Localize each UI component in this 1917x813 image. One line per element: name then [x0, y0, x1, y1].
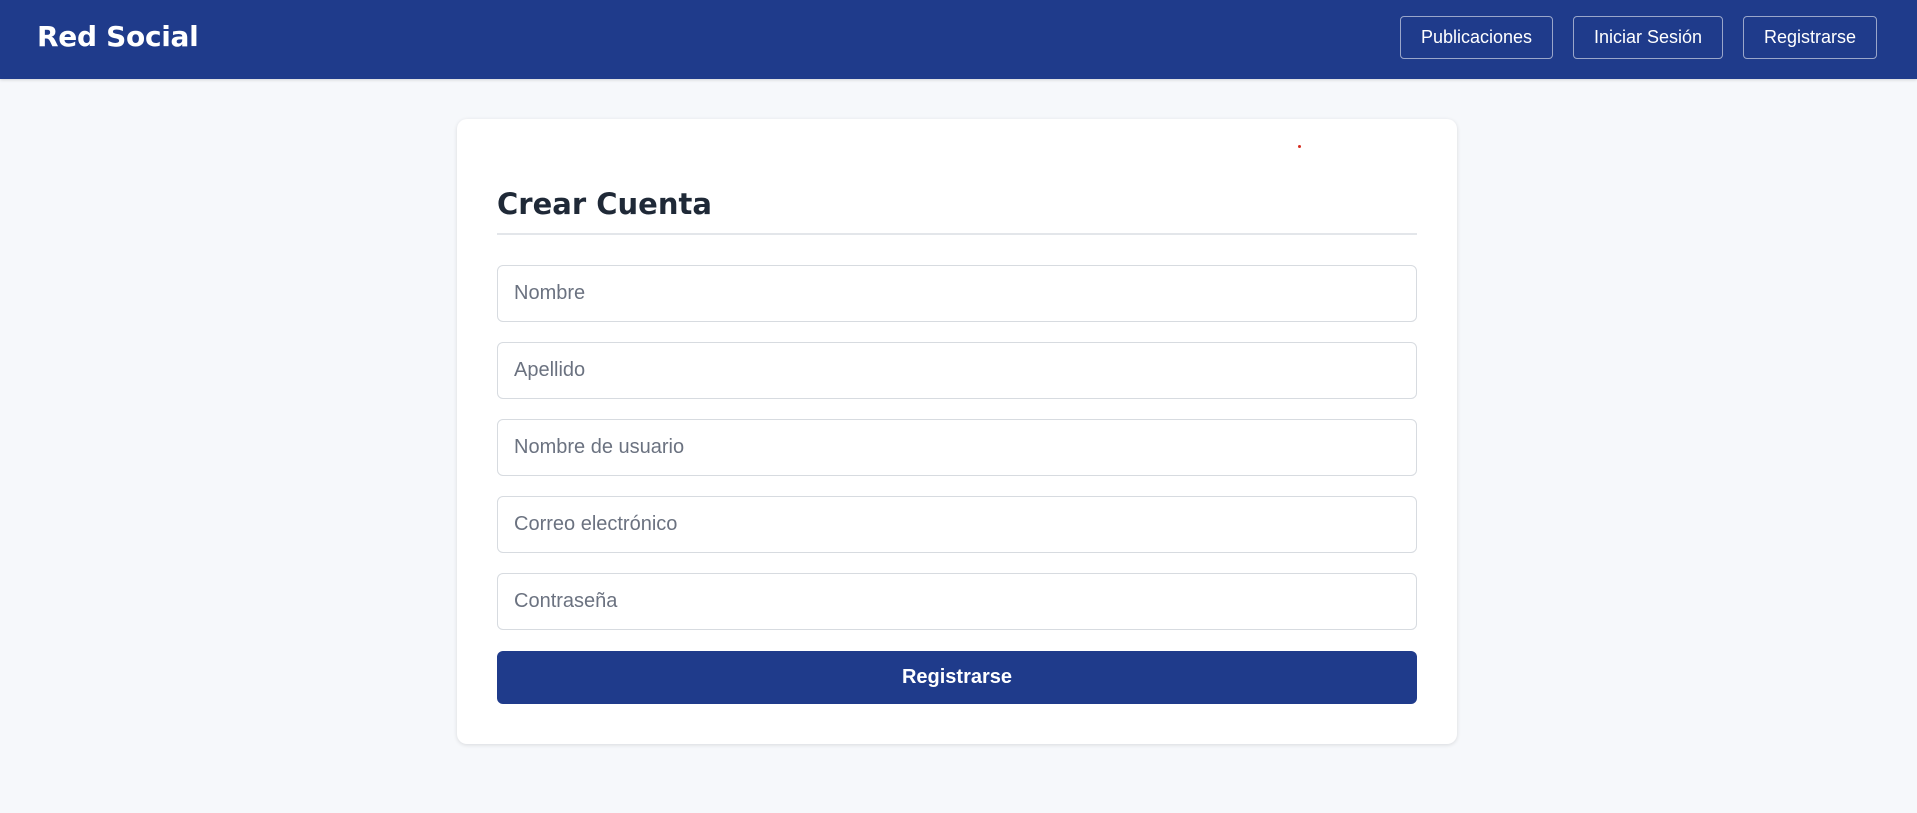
nav-publicaciones-button[interactable]: Publicaciones [1400, 16, 1553, 59]
form-title: Crear Cuenta [497, 187, 712, 221]
top-navbar: Red Social Publicaciones Iniciar Sesión … [0, 0, 1917, 79]
nav-login-button[interactable]: Iniciar Sesión [1573, 16, 1723, 59]
first-name-input[interactable] [497, 265, 1417, 322]
nav-register-button[interactable]: Registrarse [1743, 16, 1877, 59]
password-input[interactable] [497, 573, 1417, 630]
register-card: Crear Cuenta Registrarse [457, 119, 1457, 744]
register-submit-button[interactable]: Registrarse [497, 651, 1417, 704]
email-input[interactable] [497, 496, 1417, 553]
username-input[interactable] [497, 419, 1417, 476]
title-divider [497, 233, 1417, 235]
last-name-input[interactable] [497, 342, 1417, 399]
decorative-dot-icon [1298, 145, 1301, 148]
brand-logo-text[interactable]: Red Social [37, 20, 199, 53]
